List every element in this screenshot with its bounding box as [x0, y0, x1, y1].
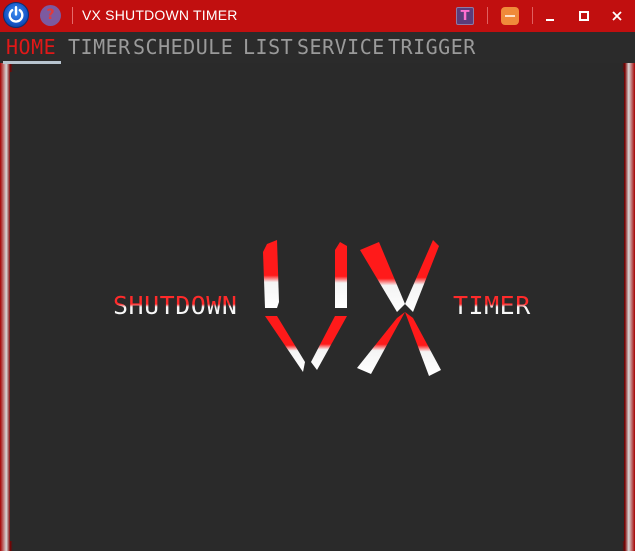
orange-minimize-icon: [501, 7, 519, 25]
power-icon[interactable]: [3, 2, 29, 28]
t-icon: T: [456, 7, 474, 25]
menu-bar: HOME TIMER SCHEDULE LIST SERVICE TRIGGER: [0, 32, 635, 64]
minimize-button[interactable]: [535, 0, 565, 32]
tab-trigger[interactable]: TRIGGER: [388, 34, 476, 60]
tray-minimize-button[interactable]: [495, 0, 525, 32]
tab-home[interactable]: HOME: [6, 34, 56, 60]
maximize-button[interactable]: [569, 0, 599, 32]
help-icon[interactable]: ?: [40, 5, 61, 26]
tab-list[interactable]: LIST: [243, 34, 293, 60]
home-panel: SHUTDOWN TIMER: [10, 72, 624, 541]
app-window: ? VX SHUTDOWN TIMER T HOME TIMER SCHEDUL…: [0, 0, 635, 551]
maximize-icon: [579, 11, 589, 21]
active-tab-indicator: [3, 61, 61, 64]
tab-schedule[interactable]: SCHEDULE: [133, 34, 233, 60]
logo-left-word: SHUTDOWN: [113, 291, 238, 320]
close-button[interactable]: [602, 0, 632, 32]
window-title: VX SHUTDOWN TIMER: [82, 7, 238, 23]
tab-service[interactable]: SERVICE: [297, 34, 385, 60]
title-separator: [72, 7, 73, 24]
title-separator: [487, 7, 488, 24]
logo-right-word: TIMER: [453, 291, 531, 320]
minimize-icon: [546, 19, 554, 21]
tab-timer[interactable]: TIMER: [68, 34, 131, 60]
close-icon: [612, 11, 622, 21]
title-bar[interactable]: ? VX SHUTDOWN TIMER T: [0, 0, 635, 32]
title-separator: [532, 7, 533, 24]
topmost-button[interactable]: T: [450, 0, 480, 32]
vx-logo-mark: [263, 240, 441, 376]
